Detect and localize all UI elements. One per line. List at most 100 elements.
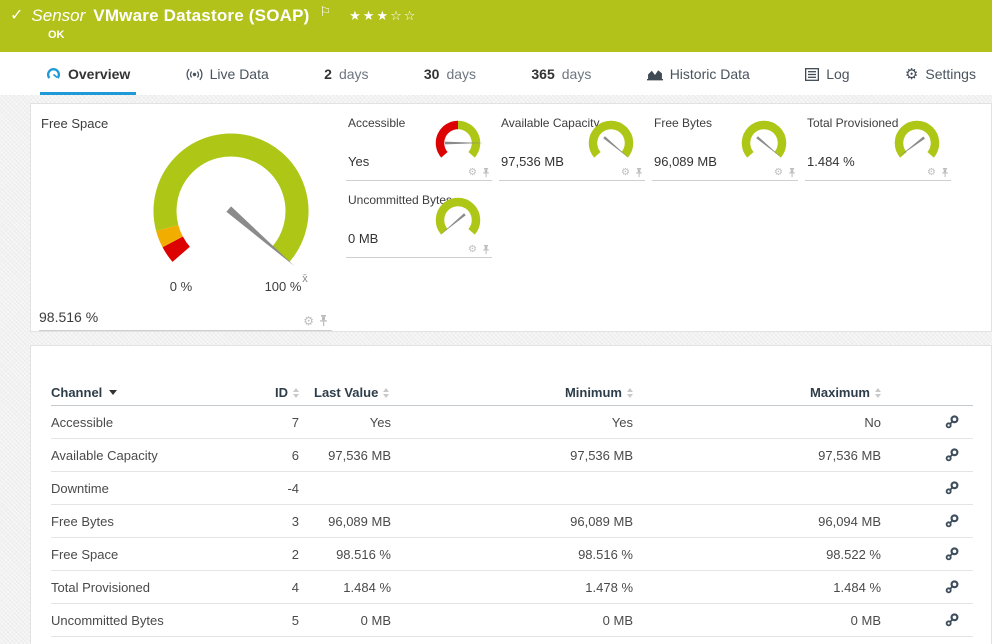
cell-minimum: Yes	[391, 415, 633, 430]
gauge-title: Free Space	[41, 116, 108, 131]
channel-settings-icon[interactable]	[945, 580, 959, 594]
cell-channel[interactable]: Total Provisioned	[51, 580, 266, 595]
tab-2-days[interactable]: 2 days	[318, 66, 374, 95]
uncommitted-bytes-gauge	[430, 196, 486, 248]
column-header-minimum[interactable]: Minimum	[565, 385, 633, 400]
gauge-value: 98.516 %	[39, 309, 98, 325]
cell-channel[interactable]: Accessible	[51, 415, 266, 430]
cell-channel[interactable]: Available Capacity	[51, 448, 266, 463]
live-data-icon	[186, 68, 203, 81]
cell-channel[interactable]: Free Bytes	[51, 514, 266, 529]
pin-icon[interactable]	[319, 315, 328, 327]
sensor-header: ✓ Sensor VMware Datastore (SOAP) ⚐ ★★★☆☆…	[0, 0, 992, 52]
channel-gear-icon[interactable]: ⚙	[303, 315, 314, 327]
cell-channel[interactable]: Uncommitted Bytes	[51, 613, 266, 628]
gauge-value: 97,536 MB	[501, 154, 564, 169]
cell-maximum: 98.522 %	[633, 547, 881, 562]
cell-id: -4	[266, 481, 299, 496]
tab-2-days-number: 2	[324, 66, 332, 82]
channel-settings-icon[interactable]	[945, 448, 959, 462]
gauge-min-label: 0 %	[170, 279, 193, 294]
pin-icon[interactable]	[482, 245, 490, 255]
cell-maximum: 1.484 %	[633, 580, 881, 595]
table-header-row: Channel ID Last Value Minimum Maximum	[51, 380, 973, 406]
cell-minimum: 96,089 MB	[391, 514, 633, 529]
cell-maximum: 97,536 MB	[633, 448, 881, 463]
gauge-tile-available-capacity: Available Capacity 97,536 MB ⚙	[499, 110, 645, 181]
stars-empty: ☆☆	[390, 8, 417, 23]
ok-check-icon: ✓	[10, 8, 23, 24]
channel-table: Channel ID Last Value Minimum Maximum Ac…	[51, 380, 973, 637]
tab-overview[interactable]: Overview	[40, 66, 136, 95]
channel-settings-icon[interactable]	[945, 613, 959, 627]
total-provisioned-gauge	[889, 119, 945, 171]
gauge-tile-free-space: Free Space x̄ 0 % 100 % 98.516 % ⚙	[31, 104, 336, 333]
cell-last-value: 97,536 MB	[299, 448, 391, 463]
channel-gear-icon[interactable]: ⚙	[621, 168, 630, 178]
accessible-gauge	[430, 119, 486, 171]
gauge-value: Yes	[348, 154, 369, 169]
column-header-maximum[interactable]: Maximum	[810, 385, 881, 400]
gauge-tile-accessible: Accessible Yes ⚙	[346, 110, 492, 181]
channel-gear-icon[interactable]: ⚙	[468, 245, 477, 255]
pin-icon[interactable]	[788, 168, 796, 178]
tab-log[interactable]: Log	[799, 66, 855, 95]
channel-settings-icon[interactable]	[945, 481, 959, 495]
channel-gear-icon[interactable]: ⚙	[927, 168, 936, 178]
tab-historic-data[interactable]: Historic Data	[641, 66, 756, 95]
tab-365-days-number: 365	[531, 66, 554, 82]
cell-channel[interactable]: Free Space	[51, 547, 266, 562]
gauge-title: Accessible	[348, 116, 405, 130]
settings-gear-icon: ⚙	[905, 67, 918, 82]
tab-live-data[interactable]: Live Data	[180, 66, 275, 95]
channel-gear-icon[interactable]: ⚙	[774, 168, 783, 178]
cell-minimum: 0 MB	[391, 613, 633, 628]
pin-icon[interactable]	[635, 168, 643, 178]
tab-30-days-label: days	[446, 66, 476, 82]
table-row: Free Space 2 98.516 % 98.516 % 98.522 %	[51, 538, 973, 571]
tab-365-days-label: days	[562, 66, 592, 82]
small-gauges-grid: Accessible Yes ⚙ Available Capacity 97,5…	[346, 110, 951, 258]
gauge-tile-uncommitted-bytes: Uncommitted Bytes 0 MB ⚙	[346, 187, 492, 258]
channel-settings-icon[interactable]	[945, 514, 959, 528]
channel-gear-icon[interactable]: ⚙	[468, 168, 477, 178]
cell-maximum: No	[633, 415, 881, 430]
column-header-channel[interactable]: Channel	[51, 385, 117, 400]
pin-icon[interactable]	[482, 168, 490, 178]
channel-settings-icon[interactable]	[945, 415, 959, 429]
cell-last-value: 98.516 %	[299, 547, 391, 562]
column-header-id[interactable]: ID	[275, 385, 299, 400]
gauges-panel: Free Space x̄ 0 % 100 % 98.516 % ⚙	[30, 103, 992, 332]
table-row: Total Provisioned 4 1.484 % 1.478 % 1.48…	[51, 571, 973, 604]
cell-last-value: 0 MB	[299, 613, 391, 628]
priority-stars[interactable]: ★★★☆☆	[349, 8, 417, 24]
mean-marker: x̄	[302, 273, 308, 285]
available-capacity-gauge	[583, 119, 639, 171]
tab-30-days[interactable]: 30 days	[418, 66, 482, 95]
tab-overview-label: Overview	[68, 66, 130, 82]
tile-divider	[39, 330, 332, 331]
gauge-value: 1.484 %	[807, 154, 855, 169]
tab-365-days[interactable]: 365 days	[525, 66, 597, 95]
tab-live-data-label: Live Data	[210, 66, 269, 82]
channels-panel: Channel ID Last Value Minimum Maximum Ac…	[30, 345, 992, 644]
cell-last-value: 1.484 %	[299, 580, 391, 595]
channel-settings-icon[interactable]	[945, 547, 959, 561]
gauge-tile-total-provisioned: Total Provisioned 1.484 % ⚙	[805, 110, 951, 181]
gauge-value: 0 MB	[348, 231, 378, 246]
tab-settings[interactable]: ⚙ Settings	[899, 66, 982, 95]
cell-channel[interactable]: Downtime	[51, 481, 266, 496]
table-row: Available Capacity 6 97,536 MB 97,536 MB…	[51, 439, 973, 472]
sort-icon	[383, 388, 389, 398]
gauge-icon	[46, 67, 61, 82]
column-header-last-value[interactable]: Last Value	[314, 385, 389, 400]
gauge-title: Total Provisioned	[807, 116, 898, 130]
cell-id: 3	[266, 514, 299, 529]
cell-minimum: 1.478 %	[391, 580, 633, 595]
pin-icon[interactable]	[941, 168, 949, 178]
free-space-gauge: x̄ 0 % 100 %	[131, 119, 331, 299]
flag-icon[interactable]: ⚐	[320, 4, 332, 20]
page-title: VMware Datastore (SOAP)	[93, 6, 309, 26]
table-row: Downtime -4	[51, 472, 973, 505]
free-bytes-gauge	[736, 119, 792, 171]
